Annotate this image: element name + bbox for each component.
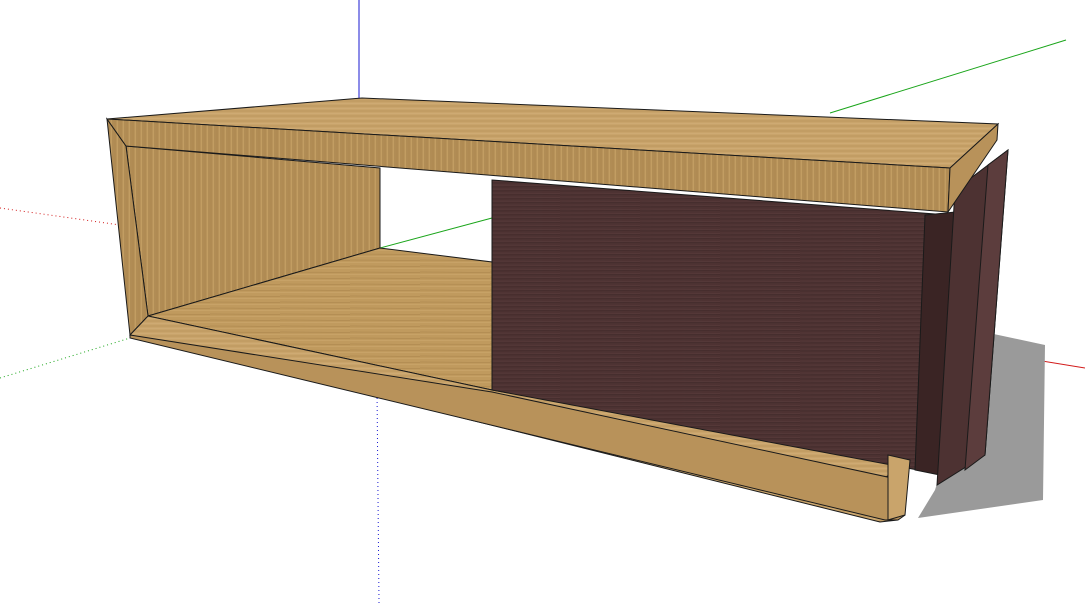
green-axis-line (829, 39, 1067, 114)
right-side-front-edge (887, 454, 911, 521)
green-axis-hidden-line (0, 337, 131, 379)
sketchup-viewport[interactable] (0, 0, 1085, 603)
red-axis-hidden-line (0, 207, 121, 226)
model-canvas[interactable] (0, 0, 1085, 603)
blue-axis-hidden-line (376, 389, 380, 603)
green-axis-inner-line (379, 217, 493, 249)
